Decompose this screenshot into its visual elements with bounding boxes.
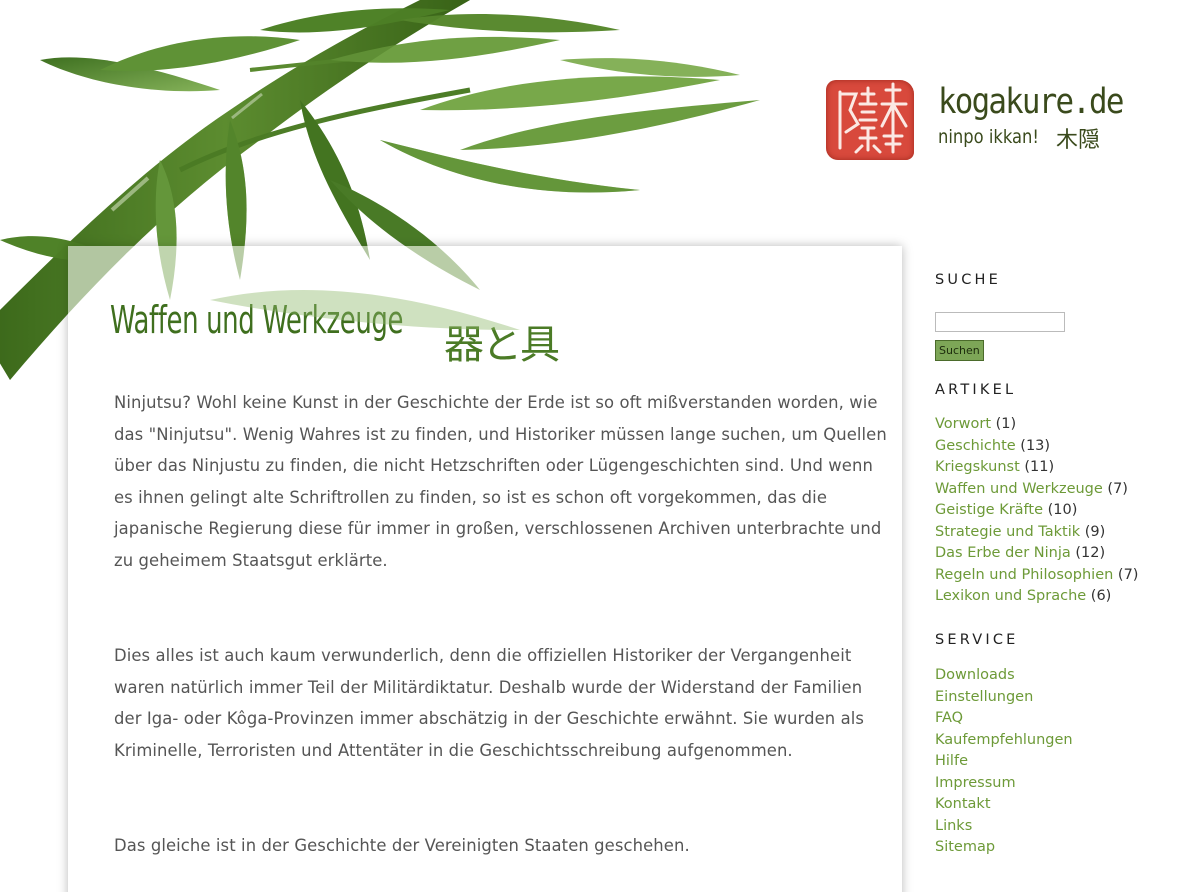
service-item: Kontakt <box>935 794 1073 816</box>
article-count: (1) <box>995 416 1017 432</box>
article-count: (7) <box>1117 566 1139 583</box>
service-link-sitemap[interactable]: Sitemap <box>935 839 995 855</box>
article-category-item: Geistige Kräfte (10) <box>935 500 1138 522</box>
article-category-link[interactable]: Regeln und Philosophien <box>935 567 1113 583</box>
service-link-hilfe[interactable]: Hilfe <box>935 753 968 769</box>
article-category-item: Lexikon und Sprache (6) <box>935 586 1138 608</box>
article-count: (12) <box>1075 545 1106 561</box>
articles-list: Vorwort (1) Geschichte (13) Kriegskunst … <box>935 414 1138 608</box>
articles-heading: ARTIKEL <box>935 382 1017 398</box>
service-item: Kaufempfehlungen <box>935 730 1073 752</box>
service-link-downloads[interactable]: Downloads <box>935 667 1015 683</box>
article-paragraph: Das gleiche ist in der Geschichte der Ve… <box>114 836 690 855</box>
article-count: (10) <box>1047 502 1078 518</box>
article-category-item: Geschichte (13) <box>935 436 1138 458</box>
article-category-item: Waffen und Werkzeuge (7) <box>935 479 1138 501</box>
service-link-kontakt[interactable]: Kontakt <box>935 796 991 812</box>
search-input[interactable] <box>935 312 1065 332</box>
service-list: Downloads Einstellungen FAQ Kaufempfehlu… <box>935 665 1073 859</box>
service-item: Links <box>935 816 1073 838</box>
article-category-item: Vorwort (1) <box>935 414 1138 436</box>
service-item: Downloads <box>935 665 1073 687</box>
service-link-impressum[interactable]: Impressum <box>935 775 1016 791</box>
search-button[interactable]: Suchen <box>935 340 984 361</box>
article-category-item: Strategie und Taktik (9) <box>935 522 1138 544</box>
seal-stamp-icon <box>826 80 914 160</box>
article-category-link[interactable]: Strategie und Taktik <box>935 524 1080 540</box>
article-paragraph: Ninjutsu? Wohl keine Kunst in der Geschi… <box>114 393 887 570</box>
page-title-kanji: 器と具 <box>444 322 560 368</box>
article-category-link[interactable]: Geschichte <box>935 438 1016 454</box>
article-category-link[interactable]: Lexikon und Sprache <box>935 588 1086 604</box>
article-category-link[interactable]: Das Erbe der Ninja <box>935 545 1071 561</box>
article-category-link[interactable]: Vorwort <box>935 416 991 432</box>
article-count: (7) <box>1107 480 1128 497</box>
article-category-item: Das Erbe der Ninja (12) <box>935 543 1138 565</box>
article-category-item: Regeln und Philosophien (7) <box>935 565 1138 587</box>
tagline-kanji: 木隠 <box>1056 128 1101 153</box>
service-link-links[interactable]: Links <box>935 818 972 834</box>
article-count: (13) <box>1020 437 1051 454</box>
site-logo[interactable]: kogakure.de ninpo ikkan! 木隠 <box>826 80 1126 164</box>
service-link-einstellungen[interactable]: Einstellungen <box>935 689 1033 705</box>
search-heading: SUCHE <box>935 272 1002 288</box>
article-paragraph: Dies alles ist auch kaum verwunderlich, … <box>114 646 865 760</box>
service-item: Sitemap <box>935 837 1073 859</box>
page-title: Waffen und Werkzeuge <box>110 298 404 342</box>
article-count: (9) <box>1084 523 1106 540</box>
site-tagline: ninpo ikkan! <box>938 126 1039 148</box>
service-item: Hilfe <box>935 751 1073 773</box>
article-category-item: Kriegskunst (11) <box>935 457 1138 479</box>
article-category-link[interactable]: Waffen und Werkzeuge <box>935 481 1103 497</box>
service-link-faq[interactable]: FAQ <box>935 710 963 726</box>
page: kogakure.de ninpo ikkan! 木隠 Waffen und W… <box>0 0 1200 892</box>
service-heading: SERVICE <box>935 632 1019 648</box>
article-category-link[interactable]: Geistige Kräfte <box>935 502 1043 518</box>
main-content: Waffen und Werkzeuge 器と具 Ninjutsu? Wohl … <box>68 246 902 892</box>
service-item: FAQ <box>935 708 1073 730</box>
article-count: (11) <box>1024 459 1055 475</box>
service-item: Impressum <box>935 773 1073 795</box>
site-name[interactable]: kogakure.de <box>938 82 1124 122</box>
service-item: Einstellungen <box>935 687 1073 709</box>
article-category-link[interactable]: Kriegskunst <box>935 459 1020 475</box>
service-link-kaufempfehlungen[interactable]: Kaufempfehlungen <box>935 732 1073 748</box>
article-count: (6) <box>1090 588 1112 604</box>
